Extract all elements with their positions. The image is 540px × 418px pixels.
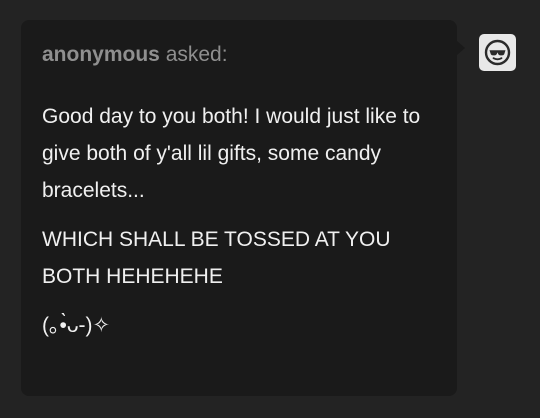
ask-body: Good day to you both! I would just like … (42, 98, 436, 344)
anonymous-sunglasses-face-icon (484, 39, 511, 66)
ask-card: anonymous asked: Good day to you both! I… (21, 20, 457, 396)
ask-emoticon: (｡•̀ᴗ-)✧ (42, 314, 111, 337)
ask-paragraph: Good day to you both! I would just like … (42, 105, 421, 202)
asker-verb: asked: (165, 43, 228, 66)
ask-paragraph: WHICH SHALL BE TOSSED AT YOU BOTH HEHEHE… (42, 228, 391, 288)
asker-name: anonymous (42, 43, 160, 66)
asker-line: anonymous asked: (42, 42, 436, 68)
anonymous-avatar[interactable] (479, 34, 516, 71)
ask-pointer (457, 41, 465, 55)
